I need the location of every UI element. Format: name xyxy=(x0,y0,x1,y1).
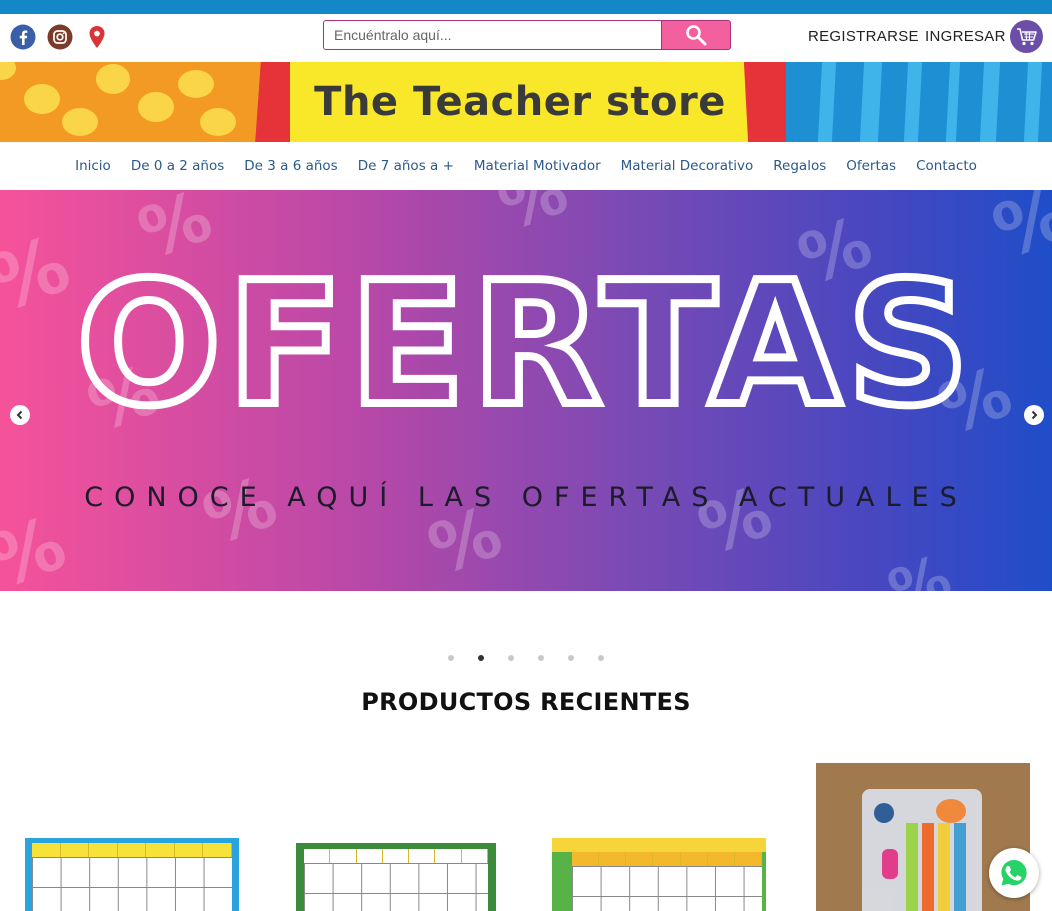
register-link[interactable]: REGISTRARSE xyxy=(808,28,919,45)
carousel-dot[interactable] xyxy=(478,655,484,661)
banner-stripes-decoration xyxy=(786,62,1052,142)
hero-title: OFERTAS xyxy=(0,242,1052,448)
hero-title-outline: OFERTAS xyxy=(77,258,976,418)
product-card[interactable] xyxy=(296,843,496,911)
store-banner[interactable]: The Teacher store xyxy=(0,62,1052,142)
search-input[interactable] xyxy=(323,20,661,50)
percent-decoration: % xyxy=(0,499,77,591)
location-pin-icon[interactable] xyxy=(84,24,110,50)
carousel-dot[interactable] xyxy=(598,655,604,661)
nav-item-0-2-anos[interactable]: De 0 a 2 años xyxy=(131,158,224,174)
nav-item-contacto[interactable]: Contacto xyxy=(916,158,977,174)
carousel-dot[interactable] xyxy=(448,655,454,661)
nav-item-7-anos-plus[interactable]: De 7 años a + xyxy=(358,158,454,174)
login-link[interactable]: INGRESAR xyxy=(925,28,1006,45)
nav-item-material-decorativo[interactable]: Material Decorativo xyxy=(621,158,754,174)
hero-subtitle: CONOCE AQUÍ LAS OFERTAS ACTUALES xyxy=(84,482,968,513)
product-image xyxy=(304,849,488,911)
product-image xyxy=(572,852,762,911)
carousel-dot[interactable] xyxy=(568,655,574,661)
percent-decoration: % xyxy=(488,190,578,246)
store-logo-text: The Teacher store xyxy=(314,79,726,125)
nav-item-ofertas[interactable]: Ofertas xyxy=(846,158,896,174)
nav-item-material-motivador[interactable]: Material Motivador xyxy=(474,158,601,174)
banner-red-stripe-right xyxy=(743,62,793,142)
product-card[interactable] xyxy=(552,838,766,911)
carousel-indicators xyxy=(448,655,604,661)
chevron-right-icon xyxy=(1031,410,1038,420)
nav-item-regalos[interactable]: Regalos xyxy=(773,158,826,174)
banner-logo-panel: The Teacher store xyxy=(290,62,750,142)
nav-item-3-6-anos[interactable]: De 3 a 6 años xyxy=(244,158,337,174)
shopping-cart-icon xyxy=(1016,27,1037,45)
cart-button[interactable] xyxy=(1010,20,1043,53)
percent-decoration: % xyxy=(879,541,961,591)
product-image xyxy=(32,843,233,911)
carousel-next-button[interactable] xyxy=(1024,405,1044,425)
carousel-dot[interactable] xyxy=(538,655,544,661)
product-image xyxy=(862,789,982,911)
nav-item-inicio[interactable]: Inicio xyxy=(75,158,111,174)
whatsapp-icon xyxy=(1001,860,1027,886)
search-bar xyxy=(323,20,731,50)
instagram-icon[interactable] xyxy=(47,24,73,50)
banner-dots-decoration xyxy=(0,62,268,142)
section-title: PRODUCTOS RECIENTES xyxy=(361,688,691,716)
top-strip xyxy=(0,0,1052,14)
chevron-left-icon xyxy=(16,410,23,420)
facebook-icon[interactable] xyxy=(10,24,36,50)
search-icon xyxy=(686,25,707,46)
header: REGISTRARSE INGRESAR xyxy=(0,14,1052,62)
search-button[interactable] xyxy=(661,20,731,50)
whatsapp-button[interactable] xyxy=(989,848,1039,898)
carousel-prev-button[interactable] xyxy=(10,405,30,425)
product-card[interactable] xyxy=(25,838,239,911)
carousel-dot[interactable] xyxy=(508,655,514,661)
main-nav: Inicio De 0 a 2 años De 3 a 6 años De 7 … xyxy=(0,142,1052,190)
